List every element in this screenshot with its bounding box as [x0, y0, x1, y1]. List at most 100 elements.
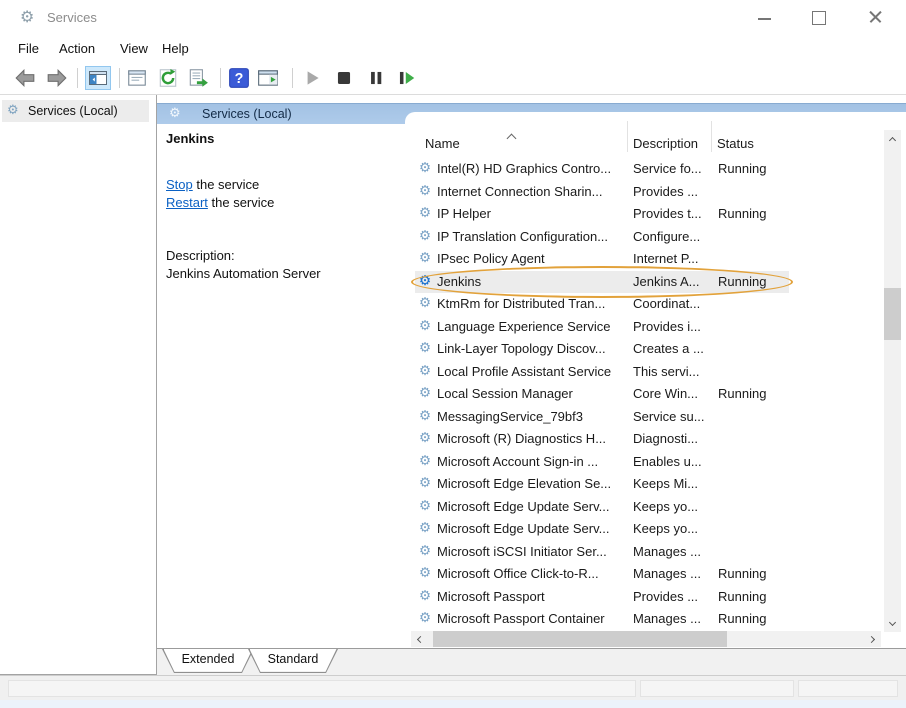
table-row[interactable]: ⚙ Local Session Manager Core Win... Runn…: [417, 383, 883, 406]
restart-service-link[interactable]: Restart: [166, 195, 208, 210]
table-row[interactable]: ⚙ Microsoft Edge Update Serv... Keeps yo…: [417, 518, 883, 541]
table-row[interactable]: ⚙ IPsec Policy Agent Internet P...: [417, 248, 883, 271]
column-header-description[interactable]: Description: [633, 136, 698, 151]
cell-service-description: Provides ...: [633, 184, 698, 199]
service-gear-icon: ⚙: [419, 228, 431, 244]
refresh-button[interactable]: [157, 67, 179, 89]
tab-extended[interactable]: Extended: [162, 649, 254, 673]
close-button[interactable]: [863, 5, 887, 29]
table-row[interactable]: ⚙ Jenkins Jenkins A... Running: [417, 271, 883, 294]
vertical-scrollbar[interactable]: [884, 130, 901, 632]
table-row[interactable]: ⚙ Microsoft Account Sign-in ... Enables …: [417, 451, 883, 474]
show-action-pane-button[interactable]: [257, 67, 279, 89]
cell-service-description: Service fo...: [633, 161, 702, 176]
stop-service-button[interactable]: [333, 67, 355, 89]
horizontal-scrollbar[interactable]: [411, 631, 881, 647]
table-row[interactable]: ⚙ Internet Connection Sharin... Provides…: [417, 181, 883, 204]
cell-service-description: This servi...: [633, 364, 699, 379]
column-header-name[interactable]: Name: [425, 136, 460, 151]
cell-service-status: Running: [718, 274, 766, 289]
stop-service-line: Stop the service: [166, 177, 259, 192]
cell-service-description: Keeps yo...: [633, 499, 698, 514]
title-bar: ⚙ Services: [0, 0, 906, 36]
back-button[interactable]: [14, 67, 36, 89]
table-row[interactable]: ⚙ Microsoft iSCSI Initiator Ser... Manag…: [417, 541, 883, 564]
show-console-tree-button[interactable]: [85, 66, 111, 90]
table-row[interactable]: ⚙ Link-Layer Topology Discov... Creates …: [417, 338, 883, 361]
cell-service-name: IPsec Policy Agent: [437, 251, 545, 266]
menu-help[interactable]: Help: [162, 41, 189, 56]
tab-extended-label: Extended: [162, 652, 254, 666]
service-gear-icon: ⚙: [419, 520, 431, 536]
table-row[interactable]: ⚙ Local Profile Assistant Service This s…: [417, 361, 883, 384]
minimize-button[interactable]: [752, 5, 776, 29]
menu-view[interactable]: View: [120, 41, 148, 56]
cell-service-name: Microsoft iSCSI Initiator Ser...: [437, 544, 607, 559]
service-gear-icon: ⚙: [419, 498, 431, 514]
column-header-status[interactable]: Status: [717, 136, 754, 151]
export-list-button[interactable]: [187, 67, 209, 89]
restart-service-button[interactable]: [395, 67, 417, 89]
forward-arrow-icon: [46, 67, 68, 89]
window-bottom-edge: [0, 700, 906, 708]
menu-file[interactable]: File: [18, 41, 39, 56]
service-gear-icon: ⚙: [419, 453, 431, 469]
maximize-button[interactable]: [806, 5, 830, 29]
services-app-icon: ⚙: [20, 7, 34, 26]
toolbar-separator: [77, 68, 78, 88]
services-window: ⚙ Services File Action View Help: [0, 0, 906, 708]
service-gear-icon: ⚙: [419, 295, 431, 311]
vertical-scrollbar-thumb[interactable]: [884, 288, 901, 340]
console-tree-icon: [88, 68, 108, 88]
forward-button[interactable]: [46, 67, 68, 89]
service-gear-icon: ⚙: [419, 205, 431, 221]
table-row[interactable]: ⚙ Microsoft Office Click-to-R... Manages…: [417, 563, 883, 586]
tree-item-services-local[interactable]: ⚙ Services (Local): [2, 100, 149, 122]
horizontal-scrollbar-thumb[interactable]: [433, 631, 727, 647]
service-gear-icon: ⚙: [419, 408, 431, 424]
scroll-right-arrow[interactable]: [865, 631, 881, 647]
scroll-left-arrow[interactable]: [411, 631, 427, 647]
properties-button[interactable]: [126, 67, 148, 89]
table-row[interactable]: ⚙ Language Experience Service Provides i…: [417, 316, 883, 339]
stop-service-link[interactable]: Stop: [166, 177, 193, 192]
cell-service-name: Internet Connection Sharin...: [437, 184, 603, 199]
cell-service-name: Microsoft Passport: [437, 589, 545, 604]
toolbar: ?: [0, 62, 906, 95]
help-button[interactable]: ?: [228, 67, 250, 89]
scroll-up-arrow[interactable]: [884, 130, 901, 147]
column-separator[interactable]: [627, 121, 628, 152]
table-row[interactable]: ⚙ MessagingService_79bf3 Service su...: [417, 406, 883, 429]
cell-service-description: Creates a ...: [633, 341, 704, 356]
pause-service-button[interactable]: [365, 67, 387, 89]
table-row[interactable]: ⚙ IP Translation Configuration... Config…: [417, 226, 883, 249]
scroll-down-arrow[interactable]: [884, 615, 901, 632]
menu-action[interactable]: Action: [59, 41, 95, 56]
table-row[interactable]: ⚙ KtmRm for Distributed Tran... Coordina…: [417, 293, 883, 316]
table-row[interactable]: ⚙ Intel(R) HD Graphics Contro... Service…: [417, 158, 883, 181]
cell-service-name: MessagingService_79bf3: [437, 409, 583, 424]
cell-service-description: Provides ...: [633, 589, 698, 604]
table-row[interactable]: ⚙ Microsoft Edge Elevation Se... Keeps M…: [417, 473, 883, 496]
refresh-icon: [157, 67, 179, 89]
tree-item-label: Services (Local): [28, 104, 118, 118]
service-gear-icon: ⚙: [419, 588, 431, 604]
table-row[interactable]: ⚙ Microsoft Edge Update Serv... Keeps yo…: [417, 496, 883, 519]
description-value: Jenkins Automation Server: [166, 266, 321, 281]
tab-standard[interactable]: Standard: [248, 649, 338, 673]
table-row[interactable]: ⚙ Microsoft Passport Provides ... Runnin…: [417, 586, 883, 609]
cell-service-name: KtmRm for Distributed Tran...: [437, 296, 605, 311]
cell-service-description: Enables u...: [633, 454, 702, 469]
restart-service-suffix: the service: [208, 195, 274, 210]
table-row[interactable]: ⚙ Microsoft Passport Container Manages .…: [417, 608, 883, 631]
column-separator[interactable]: [711, 121, 712, 152]
table-row[interactable]: ⚙ IP Helper Provides t... Running: [417, 203, 883, 226]
start-service-button[interactable]: [301, 67, 323, 89]
cell-service-description: Diagnosti...: [633, 431, 698, 446]
description-label: Description:: [166, 248, 235, 263]
pause-icon: [365, 67, 387, 89]
cell-service-description: Coordinat...: [633, 296, 700, 311]
cell-service-name: Intel(R) HD Graphics Contro...: [437, 161, 611, 176]
table-row[interactable]: ⚙ Microsoft (R) Diagnostics H... Diagnos…: [417, 428, 883, 451]
menu-bar: File Action View Help: [0, 36, 906, 62]
